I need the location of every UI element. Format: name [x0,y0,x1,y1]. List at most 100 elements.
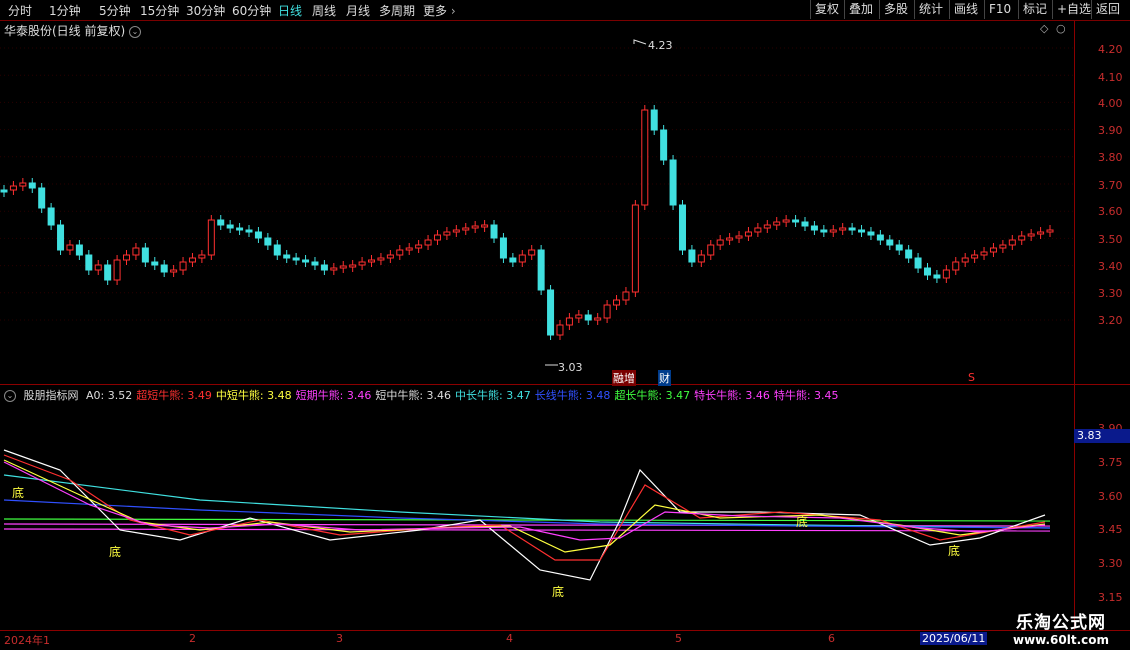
candle [47,207,55,226]
indicator-tick: 3.75 [1098,456,1123,469]
price-tick: 3.50 [1098,233,1123,246]
candle [961,257,969,263]
candle [726,237,734,241]
margin-flag[interactable]: 融增 [612,370,636,386]
candle [575,314,583,319]
candle [716,239,724,246]
candle [858,229,866,233]
candle [198,254,206,259]
watermark-title: 乐淘公式网 [1016,613,1106,633]
candle [895,244,903,251]
candle [462,227,470,231]
candle [254,231,262,239]
date-label: 2024年1 [4,634,50,647]
candle [75,244,83,256]
candle [358,261,366,266]
bottom-marker: 底 [109,545,122,559]
candle [613,299,621,306]
indicator-tick: 3.45 [1098,523,1123,536]
price-tick: 3.90 [1098,124,1123,137]
candle [424,239,432,246]
price-tick: 3.70 [1098,179,1123,192]
price-tick: 3.30 [1098,287,1123,300]
candle [452,229,460,233]
watermark: 乐淘公式网 www.60lt.com [995,608,1127,647]
candle [349,264,357,268]
candle [113,259,121,281]
candle [132,247,140,256]
indicator-tick: 3.60 [1098,490,1123,503]
finance-flag[interactable]: 财 [658,370,671,386]
candle [443,231,451,236]
price-tick: 4.00 [1098,97,1123,110]
candle [273,244,281,256]
chart-canvas [0,39,1074,581]
candle [28,182,36,189]
price-tick: 3.40 [1098,260,1123,273]
candle [9,185,17,191]
candle [415,244,423,249]
candle [735,235,743,239]
candle [85,254,93,271]
chevron-down-icon[interactable]: ⌄ [4,390,16,402]
date-label: 3 [336,632,343,645]
candle [754,227,762,233]
candle [509,257,517,263]
candle [905,249,913,259]
candle [876,234,884,241]
candle [57,224,65,251]
candle [471,225,479,229]
indicator-value: 超长牛熊: 3.47 [614,389,691,402]
candle [1046,229,1054,233]
candle [1027,233,1035,237]
price-tick: 4.20 [1098,43,1123,56]
indicator-value: 短中牛熊: 3.46 [375,389,452,402]
candle [867,231,875,236]
candle [839,227,847,231]
date-label: 2 [189,632,196,645]
candle [622,291,630,301]
indicator-value: 超短牛熊: 3.49 [136,389,212,402]
candle [556,324,564,336]
candle [141,247,149,263]
indicator-line-a0 [3,449,1046,581]
indicator-value: 中长牛熊: 3.47 [455,389,531,402]
candle [782,219,790,223]
candle [94,264,102,271]
candle [490,224,498,239]
candle [330,267,338,271]
candle [179,261,187,271]
signal-flag[interactable]: S [968,371,975,384]
current-date-label: 2025/06/11 [920,632,988,645]
indicator-name[interactable]: 股朋指标网 [24,389,79,402]
candle [264,237,272,246]
indicator-values: A0: 3.52 超短牛熊: 3.49 中短牛熊: 3.48 短期牛熊: 3.46 短中… [86,389,843,402]
candle [801,221,809,227]
date-label: 6 [828,632,835,645]
candle [678,204,686,251]
candle [810,225,818,231]
candle [537,249,545,291]
watermark-url: www.60lt.com [1012,633,1110,647]
candle [584,314,592,321]
candle [669,159,677,206]
candle [792,219,800,223]
candle [236,227,244,231]
candle [405,247,413,251]
candle [188,257,196,263]
low-price-label: 3.03 [558,361,583,374]
price-tick: 3.20 [1098,314,1123,327]
candle [528,249,536,256]
candle [38,187,46,209]
candle [302,259,310,263]
indicator-value: 特牛熊: 3.45 [773,389,839,402]
candle [763,224,771,229]
indicator-value: 短期牛熊: 3.46 [295,389,372,402]
candle [820,229,828,233]
indicator-line-mid-short [3,459,1046,553]
date-label: 4 [506,632,513,645]
indicator-value: A0: 3.52 [86,389,133,402]
indicator-header: ⌄ 股朋指标网 A0: 3.52 超短牛熊: 3.49 中短牛熊: 3.48 短期牛熊… [4,387,847,403]
candle [594,317,602,321]
candle [971,254,979,259]
